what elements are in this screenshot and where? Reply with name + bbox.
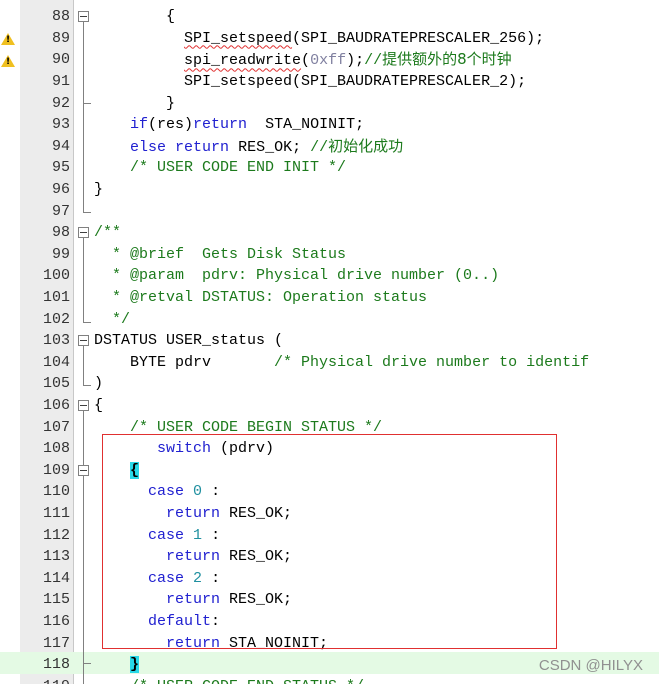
code-text[interactable]: } bbox=[94, 93, 659, 115]
line-number: 93 bbox=[51, 116, 70, 134]
code-text[interactable]: BYTE pdrv /* Physical drive number to id… bbox=[94, 352, 659, 374]
code-line: 95 /* USER CODE END INIT */ bbox=[0, 157, 659, 179]
code-text[interactable]: */ bbox=[94, 309, 659, 331]
code-line: 89 SPI_setspeed(SPI_BAUDRATEPRESCALER_25… bbox=[0, 28, 659, 50]
code-line: 119 /* USER CODE END STATUS */ bbox=[0, 676, 659, 684]
code-text[interactable]: SPI_setspeed(SPI_BAUDRATEPRESCALER_256); bbox=[94, 28, 659, 50]
code-line: 94 else return RES_OK; //初始化成功 bbox=[0, 136, 659, 158]
code-line: 90 spi_readwrite(0xff);//提供额外的8个时钟 bbox=[0, 49, 659, 71]
code-text[interactable]: spi_readwrite(0xff);//提供额外的8个时钟 bbox=[94, 49, 659, 72]
line-number: 97 bbox=[51, 202, 70, 220]
code-editor[interactable]: ! ! 88 { 89 SPI_setspeed(SPI_BAUDRATEPRE… bbox=[0, 0, 659, 684]
line-number: 89 bbox=[51, 29, 70, 47]
matched-brace: } bbox=[130, 656, 140, 674]
line-number: 104 bbox=[42, 353, 70, 371]
code-line: 106 { bbox=[0, 395, 659, 417]
line-number: 98 bbox=[51, 224, 70, 242]
line-number: 106 bbox=[42, 396, 70, 414]
code-text[interactable]: /* USER CODE END INIT */ bbox=[94, 157, 659, 179]
line-number: 107 bbox=[42, 418, 70, 436]
line-number: 118 bbox=[42, 656, 70, 674]
line-number: 99 bbox=[51, 245, 70, 263]
line-number: 103 bbox=[42, 332, 70, 350]
watermark: CSDN @HILYX bbox=[538, 657, 643, 674]
line-number: 115 bbox=[42, 591, 70, 609]
code-line: 104 BYTE pdrv /* Physical drive number t… bbox=[0, 352, 659, 374]
code-text[interactable]: * @param pdrv: Physical drive number (0.… bbox=[94, 265, 659, 287]
code-text[interactable]: SPI_setspeed(SPI_BAUDRATEPRESCALER_2); bbox=[94, 71, 659, 93]
line-number: 100 bbox=[42, 267, 70, 285]
line-number: 108 bbox=[42, 440, 70, 458]
line-number: 91 bbox=[51, 72, 70, 90]
code-text[interactable]: /** bbox=[94, 222, 659, 244]
code-line: 88 { bbox=[0, 6, 659, 28]
highlight-annotation-box bbox=[102, 434, 557, 649]
line-number: 110 bbox=[42, 483, 70, 501]
code-text[interactable]: /* USER CODE END STATUS */ bbox=[94, 676, 659, 684]
code-text[interactable]: } bbox=[94, 179, 659, 201]
code-line: 102 */ bbox=[0, 309, 659, 331]
line-number: 119 bbox=[20, 676, 70, 684]
line-number: 113 bbox=[42, 548, 70, 566]
line-number: 95 bbox=[51, 159, 70, 177]
line-number: 90 bbox=[51, 51, 70, 69]
code-line: 96 } bbox=[0, 179, 659, 201]
line-number: 117 bbox=[42, 634, 70, 652]
code-line: 100 * @param pdrv: Physical drive number… bbox=[0, 265, 659, 287]
line-number: 102 bbox=[42, 310, 70, 328]
line-number: 101 bbox=[42, 288, 70, 306]
line-number: 116 bbox=[42, 612, 70, 630]
code-text[interactable]: else return RES_OK; //初始化成功 bbox=[94, 136, 659, 159]
line-number: 111 bbox=[42, 504, 70, 522]
code-line: 105 ) bbox=[0, 373, 659, 395]
line-number: 105 bbox=[42, 375, 70, 393]
code-text[interactable]: * @retval DSTATUS: Operation status bbox=[94, 287, 659, 309]
line-number: 88 bbox=[51, 8, 70, 26]
code-text[interactable]: { bbox=[94, 395, 659, 417]
line-number: 109 bbox=[42, 461, 70, 479]
code-line: 103 DSTATUS USER_status ( bbox=[0, 330, 659, 352]
code-line: 97 bbox=[0, 201, 659, 223]
code-line: 98 /** bbox=[0, 222, 659, 244]
code-text[interactable]: if(res)return STA_NOINIT; bbox=[94, 114, 659, 136]
line-number: 94 bbox=[51, 137, 70, 155]
line-number: 112 bbox=[42, 526, 70, 544]
code-line: 93 if(res)return STA_NOINIT; bbox=[0, 114, 659, 136]
code-line: 99 * @brief Gets Disk Status bbox=[0, 244, 659, 266]
line-number: 114 bbox=[42, 569, 70, 587]
code-text[interactable]: * @brief Gets Disk Status bbox=[94, 244, 659, 266]
code-line: 101 * @retval DSTATUS: Operation status bbox=[0, 287, 659, 309]
code-line: 91 SPI_setspeed(SPI_BAUDRATEPRESCALER_2)… bbox=[0, 71, 659, 93]
code-line: 92 } bbox=[0, 93, 659, 115]
line-number: 92 bbox=[51, 94, 70, 112]
code-text[interactable]: ) bbox=[94, 373, 659, 395]
line-number: 96 bbox=[51, 180, 70, 198]
code-text[interactable]: { bbox=[94, 6, 659, 28]
code-text[interactable]: DSTATUS USER_status ( bbox=[94, 330, 659, 352]
